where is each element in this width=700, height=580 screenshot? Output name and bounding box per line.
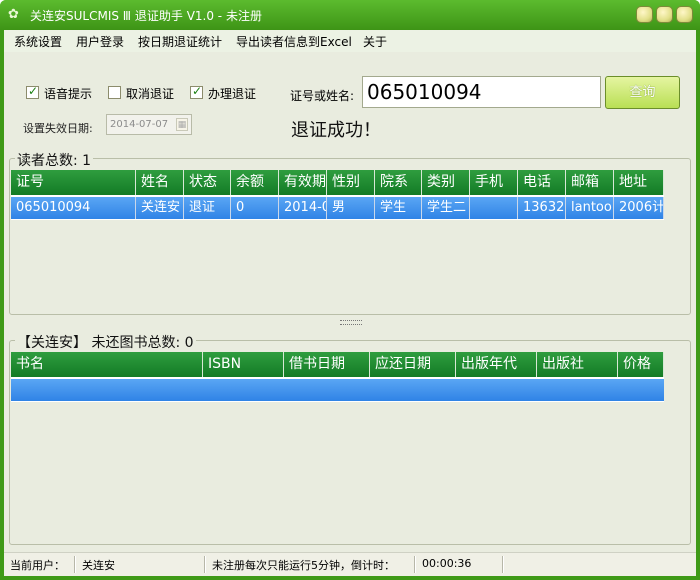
maximize-button[interactable] xyxy=(656,6,673,23)
search-label: 证号或姓名: xyxy=(290,89,355,103)
col-header[interactable]: 电话 xyxy=(518,170,566,195)
calendar-icon[interactable]: ▦ xyxy=(176,118,188,131)
countdown-timer: 00:00:36 xyxy=(422,557,472,570)
col-header[interactable]: 院系 xyxy=(375,170,422,195)
menu-user-login[interactable]: 用户登录 xyxy=(76,33,124,50)
checkbox-box: ✓ xyxy=(190,84,203,99)
app-window: ✿ 关连安SULCMIS Ⅲ 退证助手 V1.0 - 未注册 系统设置 用户登录… xyxy=(0,0,700,580)
col-header[interactable]: 姓名 xyxy=(136,170,184,195)
leaf-icon: ✿ xyxy=(8,7,19,22)
col-header[interactable]: 出版社 xyxy=(537,352,618,377)
current-user-value: 关连安 xyxy=(82,559,115,572)
title-bar[interactable]: ✿ 关连安SULCMIS Ⅲ 退证助手 V1.0 - 未注册 xyxy=(0,0,700,30)
search-input[interactable] xyxy=(362,76,601,108)
close-button[interactable] xyxy=(676,6,693,23)
voice-prompt-label: 语音提示 xyxy=(44,87,93,101)
current-user-label: 当前用户： xyxy=(10,559,65,572)
checkbox-box xyxy=(108,86,121,99)
cancel-return-label: 取消退证 xyxy=(126,87,175,101)
expiry-date-label: 设置失效日期: xyxy=(23,122,93,135)
col-header[interactable]: 有效期 xyxy=(279,170,327,195)
col-header[interactable]: 价格 xyxy=(618,352,664,377)
col-header[interactable]: 类别 xyxy=(422,170,470,195)
col-header[interactable]: ISBN xyxy=(203,352,284,377)
panel-splitter[interactable] xyxy=(340,320,362,325)
menu-date-statistics[interactable]: 按日期退证统计 xyxy=(138,33,222,50)
window-title: 关连安SULCMIS Ⅲ 退证助手 V1.0 - 未注册 xyxy=(30,9,262,23)
col-header[interactable]: 地址 xyxy=(614,170,664,195)
col-header[interactable]: 余额 xyxy=(231,170,279,195)
table-cell: lantoo xyxy=(566,197,614,219)
trial-notice: 未注册每次只能运行5分钟，倒计时： xyxy=(212,559,395,572)
readers-group: 读者总数: 1 证号 姓名 状态 余额 有效期 性别 院系 类别 手机 电话 邮… xyxy=(9,150,691,315)
col-header[interactable]: 状态 xyxy=(184,170,231,195)
readers-count-title: 读者总数: 1 xyxy=(15,150,94,170)
minimize-button[interactable] xyxy=(636,6,653,23)
table-row[interactable] xyxy=(11,379,664,401)
table-cell xyxy=(470,197,518,219)
books-group: 【关连安】 未还图书总数: 0 书名 ISBN 借书日期 应还日期 出版年代 出… xyxy=(9,332,691,545)
readers-table[interactable]: 证号 姓名 状态 余额 有效期 性别 院系 类别 手机 电话 邮箱 地址 065… xyxy=(11,170,664,220)
table-cell: 关连安 xyxy=(136,197,184,219)
table-cell: 退证 xyxy=(184,197,231,219)
process-return-label: 办理退证 xyxy=(208,87,257,101)
check-icon: ✓ xyxy=(192,84,203,98)
check-icon: ✓ xyxy=(28,84,39,98)
col-header[interactable]: 书名 xyxy=(11,352,203,377)
status-divider xyxy=(502,556,504,573)
books-table[interactable]: 书名 ISBN 借书日期 应还日期 出版年代 出版社 价格 xyxy=(11,352,664,402)
expiry-date-value: 2014-07-07 xyxy=(110,119,169,130)
col-header[interactable]: 借书日期 xyxy=(284,352,370,377)
col-header[interactable]: 邮箱 xyxy=(566,170,614,195)
col-header[interactable]: 性别 xyxy=(327,170,375,195)
status-message: 退证成功！ xyxy=(291,120,381,141)
table-cell: 2006计 xyxy=(614,197,664,219)
table-cell: 065010094 xyxy=(11,197,136,219)
table-cell: 男 xyxy=(327,197,375,219)
status-divider xyxy=(204,556,206,573)
col-header[interactable]: 手机 xyxy=(470,170,518,195)
table-cell: 0 xyxy=(231,197,279,219)
books-count-title: 【关连安】 未还图书总数: 0 xyxy=(15,332,196,352)
status-divider xyxy=(74,556,76,573)
status-divider xyxy=(414,556,416,573)
query-button[interactable]: 查询 xyxy=(605,76,680,109)
table-row[interactable]: 065010094 关连安 退证 0 2014-07-07 男 学生 学生二 1… xyxy=(11,197,664,219)
menu-export-excel[interactable]: 导出读者信息到Excel xyxy=(236,33,352,50)
expiry-date-picker[interactable]: 2014-07-07 ▦ xyxy=(106,114,192,135)
table-cell: 学生二 xyxy=(422,197,470,219)
table-cell: 2014-07-07 xyxy=(279,197,327,219)
col-header[interactable]: 应还日期 xyxy=(370,352,456,377)
status-bar: 当前用户： 关连安 未注册每次只能运行5分钟，倒计时： 00:00:36 xyxy=(4,552,696,576)
col-header[interactable]: 证号 xyxy=(11,170,136,195)
menu-about[interactable]: 关于 xyxy=(363,33,387,50)
menu-bar: 系统设置 用户登录 按日期退证统计 导出读者信息到Excel 关于 xyxy=(4,30,696,52)
table-cell: 学生 xyxy=(375,197,422,219)
table-cell: 13632 xyxy=(518,197,566,219)
checkbox-box: ✓ xyxy=(26,84,39,99)
col-header[interactable]: 出版年代 xyxy=(456,352,537,377)
main-panel: ✓ 语音提示 取消退证 ✓ 办理退证 设置失效日期: 2014-07-07 ▦ … xyxy=(4,52,696,552)
menu-system-settings[interactable]: 系统设置 xyxy=(14,33,62,50)
